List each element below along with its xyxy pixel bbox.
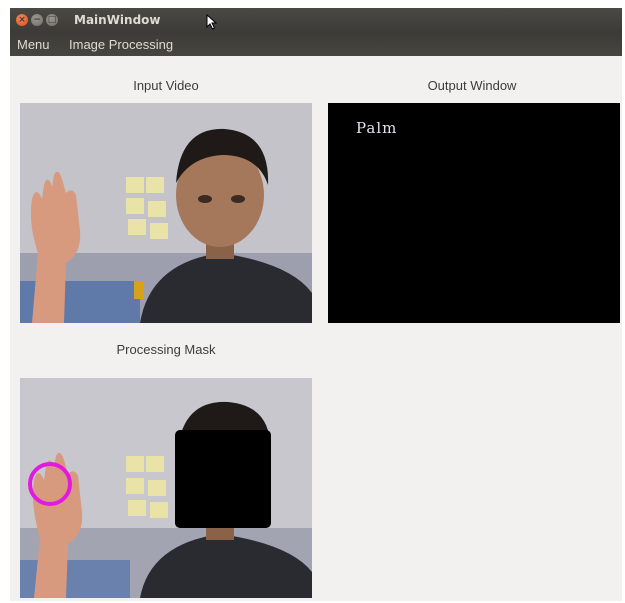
face-mask-block (175, 430, 271, 528)
output-window-label: Output Window (427, 78, 517, 93)
processing-mask-label: Processing Mask (116, 342, 216, 357)
detected-gesture-text: Palm (356, 119, 398, 137)
input-video-label: Input Video (133, 78, 199, 93)
maximize-window-button[interactable]: □ (46, 14, 58, 26)
output-window-frame: Palm (328, 103, 620, 323)
webcam-image (20, 103, 312, 323)
title-bar[interactable]: × − □ MainWindow (10, 8, 622, 32)
menu-item-image-processing[interactable]: Image Processing (69, 37, 173, 52)
mouse-pointer-icon (206, 14, 218, 30)
main-window: × − □ MainWindow Menu Image Processing I… (10, 8, 622, 601)
close-window-button[interactable]: × (16, 14, 28, 26)
processing-mask-frame (20, 378, 312, 598)
menu-item-menu[interactable]: Menu (17, 37, 50, 52)
input-video-frame (20, 103, 312, 323)
menu-bar: Menu Image Processing (10, 32, 622, 56)
hand-tracker-circle (28, 462, 72, 506)
window-title: MainWindow (74, 13, 161, 27)
minimize-window-button[interactable]: − (31, 14, 43, 26)
